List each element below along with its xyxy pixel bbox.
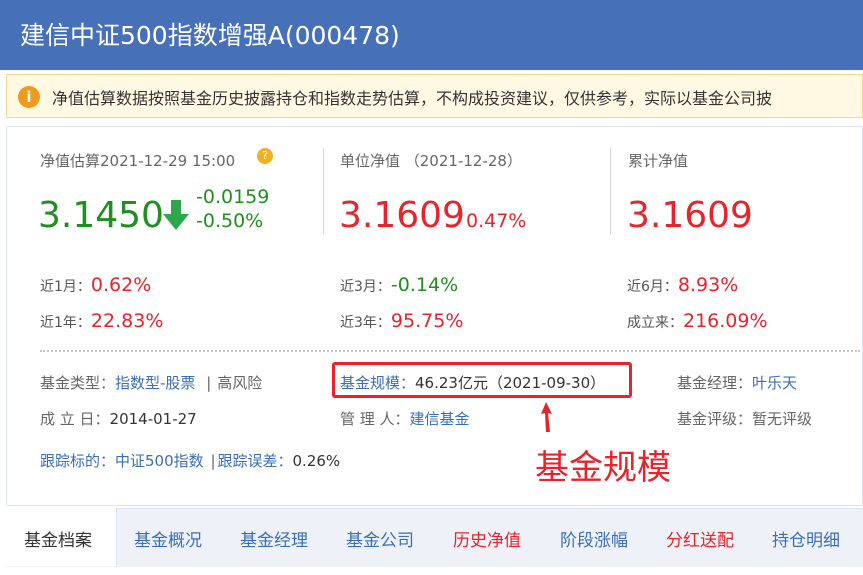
fund-type-label: 基金类型： <box>40 374 116 392</box>
tab-period-return[interactable]: 阶段涨幅 <box>560 526 628 551</box>
fund-title: 建信中证500指数增强A(000478) <box>20 21 400 50</box>
return-value: -0.14% <box>390 274 459 296</box>
return-value: 95.75% <box>390 310 464 332</box>
column-divider <box>610 148 611 234</box>
risk-level: 高风险 <box>217 374 263 392</box>
estimate-change-abs: -0.0159 <box>196 186 270 208</box>
return-value: 22.83% <box>90 310 164 332</box>
fund-manager-link[interactable]: 叶乐天 <box>752 374 797 392</box>
estimate-change-pct: -0.50% <box>196 210 264 232</box>
return-since-inception: 成立来：216.09% <box>627 310 768 332</box>
return-3y: 近3年：95.75% <box>340 310 463 332</box>
return-1y: 近1年：22.83% <box>40 310 163 332</box>
admin-link[interactable]: 建信基金 <box>410 410 470 428</box>
tracking-row: 跟踪标的：中证500指数 | 跟踪误差：0.26% <box>40 450 340 471</box>
return-value: 216.09% <box>683 310 768 332</box>
return-6m: 近6月：8.93% <box>627 274 738 296</box>
found-date-label: 成 立 日： <box>40 410 110 428</box>
tab-manager[interactable]: 基金经理 <box>240 526 308 551</box>
cum-nav-label: 累计净值 <box>628 152 689 170</box>
rating-row: 基金评级：暂无评级 <box>677 408 812 429</box>
return-value: 8.93% <box>677 274 739 296</box>
return-label: 近1月： <box>40 279 91 295</box>
tracking-error-label[interactable]: 跟踪误差： <box>218 452 293 470</box>
return-label: 近3月： <box>340 279 391 295</box>
cum-nav-value: 3.1609 <box>627 195 753 236</box>
rating-value: 暂无评级 <box>752 410 813 428</box>
annotation-arrow-icon <box>541 402 552 432</box>
return-value: 0.62% <box>90 274 152 296</box>
separator: | <box>210 452 216 470</box>
return-3m: 近3月：-0.14% <box>340 274 458 296</box>
highlight-box <box>332 362 632 398</box>
fund-manager-label: 基金经理： <box>677 374 753 392</box>
rating-label: 基金评级： <box>677 410 753 428</box>
down-arrow-icon <box>163 200 189 230</box>
unit-nav-label: 单位净值 （2021-12-28） <box>340 152 522 170</box>
annotation-label: 基金规模 <box>535 448 671 488</box>
return-1m: 近1月：0.62% <box>40 274 151 296</box>
admin-row: 管 理 人：建信基金 <box>340 408 470 429</box>
column-divider <box>323 148 324 234</box>
unit-nav-change: 0.47% <box>466 210 527 232</box>
found-date-row: 成 立 日：2014-01-27 <box>40 408 197 429</box>
fund-type-link[interactable]: 指数型-股票 <box>115 374 195 392</box>
return-label: 近6月： <box>627 279 678 295</box>
tab-dividend[interactable]: 分红送配 <box>666 526 734 551</box>
help-icon[interactable]: ? <box>257 148 273 164</box>
fund-manager-row: 基金经理：叶乐天 <box>677 372 797 393</box>
unit-nav-value: 3.1609 <box>339 195 465 236</box>
tab-overview[interactable]: 基金概况 <box>134 526 202 551</box>
tracking-index-link[interactable]: 中证500指数 <box>115 452 204 470</box>
tab-archive[interactable]: 基金档案 <box>24 526 92 551</box>
tab-holdings[interactable]: 持仓明细 <box>772 526 840 551</box>
return-label: 近3年： <box>340 315 391 331</box>
tab-history-nav[interactable]: 历史净值 <box>453 526 521 551</box>
return-label: 成立来： <box>627 315 683 331</box>
estimate-value: 3.1450 <box>38 195 164 236</box>
return-label: 近1年： <box>40 315 91 331</box>
admin-label: 管 理 人： <box>340 410 410 428</box>
notice-text: 净值估算数据按照基金历史披露持仓和指数走势估算，不构成投资建议，仅供参考，实际以… <box>52 89 773 108</box>
tab-company[interactable]: 基金公司 <box>346 526 414 551</box>
tracking-error-value: 0.26% <box>292 452 341 470</box>
info-icon: i <box>18 86 40 108</box>
fund-type-row: 基金类型：指数型-股票 | 高风险 <box>40 372 262 393</box>
dotted-divider <box>40 350 860 352</box>
separator: | <box>206 374 212 392</box>
found-date-value: 2014-01-27 <box>109 410 197 428</box>
estimate-label: 净值估算2021-12-29 15:00 <box>40 152 236 170</box>
tracking-label[interactable]: 跟踪标的： <box>40 452 115 470</box>
